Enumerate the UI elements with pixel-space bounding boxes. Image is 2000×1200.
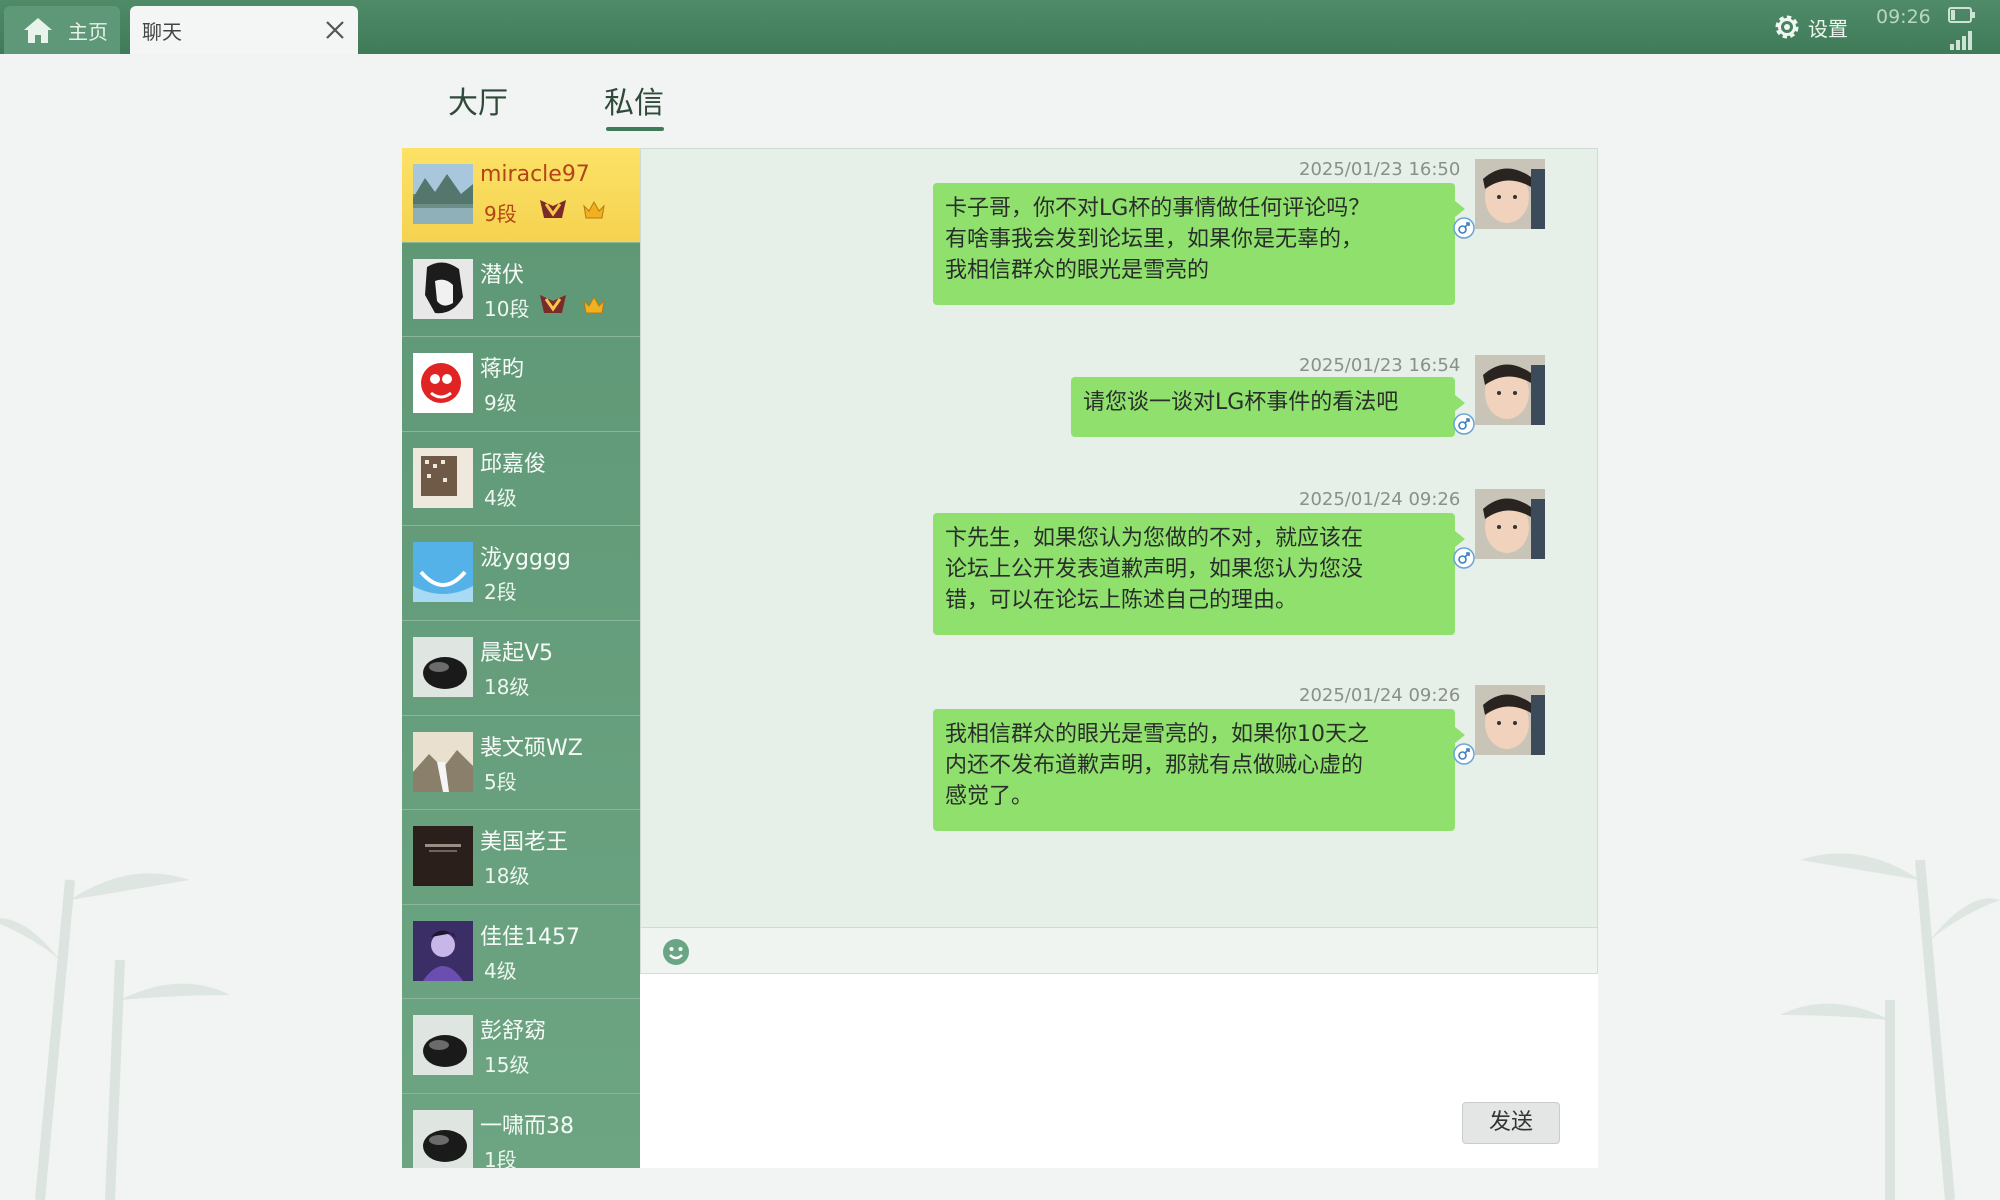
- contact-rank: 4级: [484, 485, 517, 510]
- tab-private-messages[interactable]: 私信: [604, 78, 664, 122]
- emoji-icon[interactable]: [661, 937, 691, 967]
- signal-icon: [1950, 31, 1972, 50]
- sender-avatar[interactable]: [1475, 355, 1545, 425]
- crown-icon: [583, 295, 605, 314]
- contact-avatar: [413, 1015, 473, 1076]
- contact-name: 邱嘉俊: [480, 451, 547, 477]
- tab-chat[interactable]: 聊天: [130, 6, 358, 54]
- send-button[interactable]: 发送: [1462, 1102, 1560, 1144]
- message-timestamp: 2025/01/23 16:50: [1299, 159, 1461, 180]
- contact-rank: 9段: [484, 202, 517, 226]
- sender-avatar[interactable]: [1475, 685, 1545, 755]
- contact-avatar: [413, 636, 473, 697]
- contact-avatar: [413, 164, 473, 224]
- contact-name: 佳佳1457: [480, 924, 580, 950]
- message-line: 请您谈一谈对LG杯事件的看法吧: [1083, 390, 1399, 415]
- message-bubble: 请您谈一谈对LG杯事件的看法吧: [1071, 377, 1465, 437]
- contact-name: 泷ygggg: [480, 546, 571, 572]
- contact-rank: 9级: [484, 391, 517, 416]
- message-line: 卡子哥，你不对LG杯的事情做任何评论吗？: [945, 196, 1371, 221]
- contact-item[interactable]: 美国老王 18级: [402, 810, 640, 905]
- contact-item[interactable]: 邱嘉俊 4级: [402, 432, 640, 527]
- contact-name: 美国老王: [480, 830, 569, 856]
- contact-name: 一啸而38: [480, 1113, 574, 1139]
- contact-rank: 1段: [484, 1147, 517, 1168]
- message-timestamp: 2025/01/23 16:54: [1299, 355, 1461, 376]
- contact-name: 裴文硕WZ: [480, 735, 583, 761]
- message-line: 内还不发布道歉声明，那就有点做贼心虚的: [945, 753, 1364, 778]
- message-line: 我相信群众的眼光是雪亮的，如果你10天之: [945, 722, 1369, 747]
- active-tab-indicator: [606, 127, 664, 131]
- contact-avatar: [413, 826, 473, 887]
- contact-avatar: [413, 920, 473, 981]
- contact-avatar: [413, 258, 473, 319]
- contact-rank: 4级: [484, 958, 517, 983]
- male-icon: [1453, 547, 1475, 569]
- message-bubble: 卡子哥，你不对LG杯的事情做任何评论吗？ 有啥事我会发到论坛里，如果你是无辜的，…: [933, 183, 1465, 305]
- contact-list[interactable]: miracle97 9段 潜伏 10段 蒋昀 9级 邱嘉俊 4级 泷ygggg …: [402, 148, 640, 1168]
- tab-chat-label: 聊天: [142, 19, 182, 44]
- contact-item[interactable]: 佳佳1457 4级: [402, 905, 640, 1000]
- contact-item[interactable]: 晨起V5 18级: [402, 621, 640, 716]
- contact-rank: 15级: [484, 1053, 530, 1078]
- male-icon: [1453, 743, 1475, 765]
- contact-name: 蒋昀: [480, 357, 525, 383]
- contact-item[interactable]: 泷ygggg 2段: [402, 526, 640, 621]
- contact-avatar: [413, 1109, 473, 1168]
- contact-item[interactable]: 蒋昀 9级: [402, 337, 640, 432]
- message-line: 我相信群众的眼光是雪亮的: [945, 258, 1210, 283]
- message-input[interactable]: [640, 974, 1598, 1168]
- contact-rank: 18级: [484, 864, 530, 889]
- message-line: 感觉了。: [945, 784, 1034, 809]
- contact-item[interactable]: miracle97 9段: [402, 148, 640, 243]
- vip-badge-icon: [540, 294, 566, 313]
- contact-rank: 18级: [484, 674, 530, 699]
- contact-rank: 5段: [484, 769, 517, 794]
- contact-rank: 10段: [484, 296, 530, 321]
- message-timestamp: 2025/01/24 09:26: [1299, 685, 1461, 706]
- sender-avatar[interactable]: [1475, 489, 1545, 559]
- contact-item[interactable]: 彭舒窈 15级: [402, 999, 640, 1094]
- tab-home[interactable]: 主页: [4, 6, 120, 54]
- sender-avatar[interactable]: [1475, 159, 1545, 229]
- status-clock: 09:26: [1876, 6, 1931, 28]
- contact-name: miracle97: [480, 162, 590, 187]
- male-icon: [1453, 413, 1475, 435]
- contact-item[interactable]: 裴文硕WZ 5段: [402, 716, 640, 811]
- contact-name: 晨起V5: [480, 640, 554, 666]
- contact-avatar: [413, 731, 473, 792]
- tab-hall[interactable]: 大厅: [448, 78, 508, 122]
- contact-avatar: [413, 353, 473, 414]
- contact-item[interactable]: 潜伏 10段: [402, 243, 640, 338]
- contact-rank: 2段: [484, 580, 517, 605]
- message-bubble: 我相信群众的眼光是雪亮的，如果你10天之 内还不发布道歉声明，那就有点做贼心虚的…: [933, 709, 1465, 831]
- contact-item[interactable]: 一啸而38 1段: [402, 1094, 640, 1168]
- battery-icon: [1948, 7, 1975, 23]
- message-line: 卞先生，如果您认为您做的不对，就应该在: [945, 526, 1364, 551]
- chat-message-area[interactable]: 2025/01/23 16:50 卡子哥，你不对LG杯的事情做任何评论吗？ 有啥…: [640, 148, 1598, 928]
- input-toolbar: [640, 928, 1598, 974]
- settings-label: 设置: [1808, 16, 1848, 41]
- contact-avatar: [413, 447, 473, 508]
- gear-icon: [1775, 15, 1799, 39]
- contact-name: 潜伏: [480, 262, 525, 288]
- contact-avatar: [413, 542, 473, 603]
- contact-name: 彭舒窈: [480, 1019, 547, 1045]
- message-line: 错，可以在论坛上陈述自己的理由。: [945, 588, 1298, 613]
- bamboo-decoration-left: [0, 873, 230, 1200]
- top-bar: 主页 聊天 设置 09:26: [0, 0, 2000, 54]
- home-icon: [24, 18, 52, 43]
- tab-home-label: 主页: [68, 19, 108, 44]
- close-icon[interactable]: [324, 19, 346, 41]
- vip-badge-icon: [540, 200, 566, 218]
- male-icon: [1453, 217, 1475, 239]
- settings-button[interactable]: 设置: [1772, 10, 1848, 44]
- message-line: 有啥事我会发到论坛里，如果你是无辜的，: [945, 227, 1364, 252]
- message-timestamp: 2025/01/24 09:26: [1299, 489, 1461, 510]
- message-line: 论坛上公开发表道歉声明，如果您认为您没: [945, 557, 1364, 582]
- crown-icon: [583, 200, 605, 219]
- bamboo-decoration-right: [1780, 853, 2000, 1200]
- message-bubble: 卞先生，如果您认为您做的不对，就应该在 论坛上公开发表道歉声明，如果您认为您没 …: [933, 513, 1465, 635]
